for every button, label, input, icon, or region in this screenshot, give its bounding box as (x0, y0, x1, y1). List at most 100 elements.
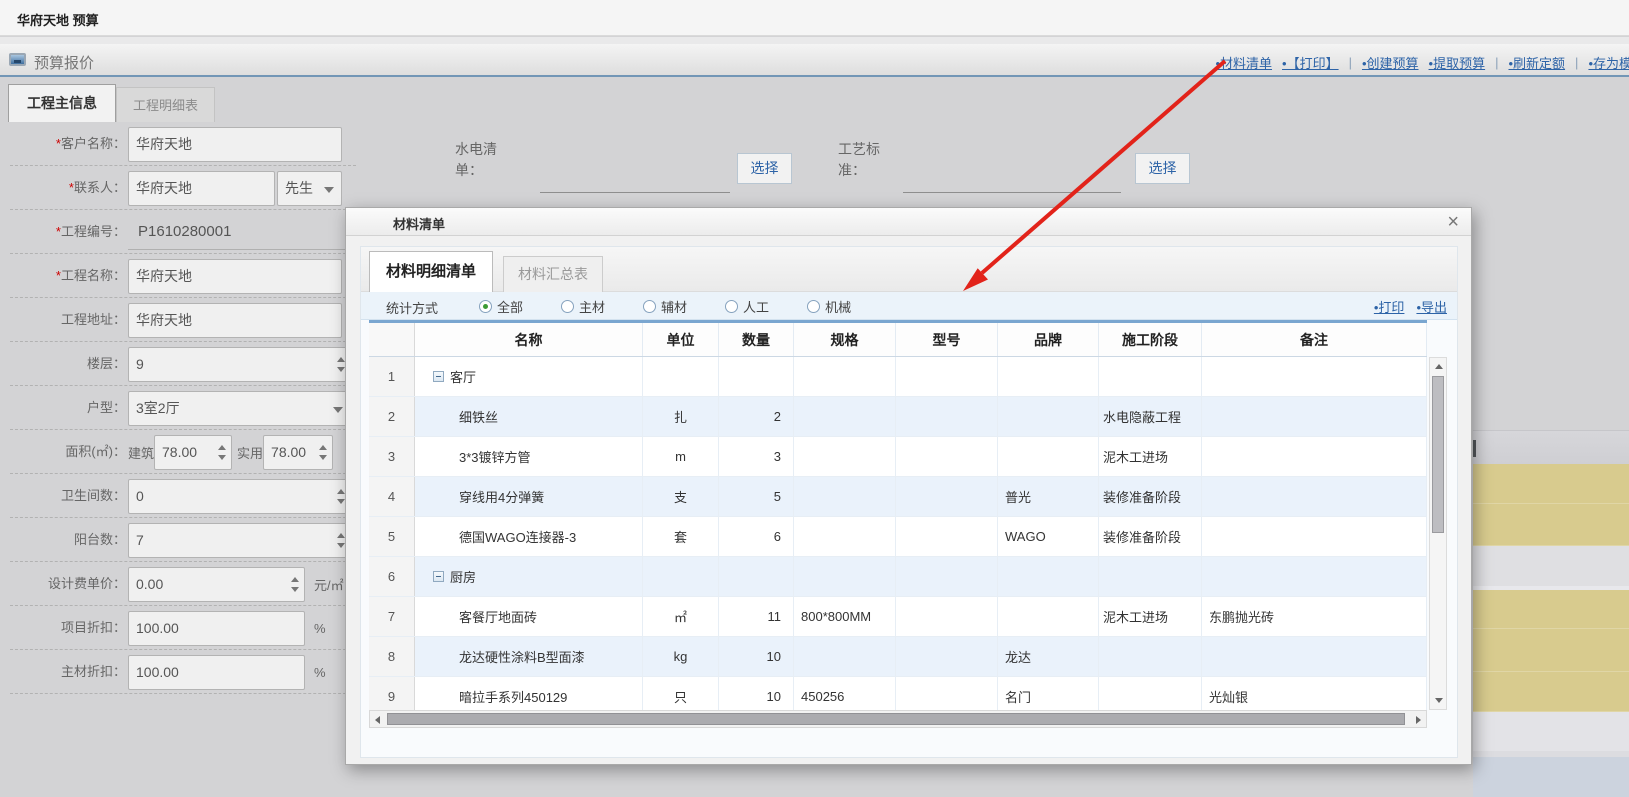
table-row[interactable]: 2细铁丝扎2水电隐蔽工程 (369, 397, 1427, 437)
table-row[interactable]: 5德国WAGO连接器-3套6WAGO装修准备阶段 (369, 517, 1427, 557)
spin-up-icon[interactable] (218, 445, 226, 450)
radio-option[interactable]: 主材 (561, 297, 605, 316)
dialog-link[interactable]: •导出 (1416, 297, 1447, 316)
radio-button[interactable] (807, 300, 820, 313)
toolbar-link[interactable]: •【打印】 (1282, 53, 1339, 72)
scroll-down-icon[interactable] (1435, 698, 1443, 703)
dialog-link[interactable]: •打印 (1374, 297, 1405, 316)
table-row[interactable]: 33*3镀锌方管m3泥木工进场 (369, 437, 1427, 477)
vertical-scroll-thumb[interactable] (1432, 376, 1444, 533)
table-row[interactable]: 4穿线用4分弹簧支5普光装修准备阶段 (369, 477, 1427, 517)
horizontal-scrollbar[interactable] (369, 710, 1427, 728)
spinner-buttons[interactable] (218, 436, 226, 469)
spinner-input[interactable]: 78.00 (154, 435, 232, 470)
cell-num: 3 (369, 437, 415, 476)
bg-row (1473, 757, 1629, 797)
text-input[interactable]: 华府天地 (128, 259, 342, 294)
craft-select-button[interactable]: 选择 (1135, 153, 1190, 184)
radio-button[interactable] (479, 300, 492, 313)
spinner-buttons[interactable] (337, 348, 345, 381)
bg-row (1473, 629, 1629, 672)
radio-option[interactable]: 辅材 (643, 297, 687, 316)
header-cell: 品牌 (998, 323, 1099, 356)
background-spreadsheet-rows (1473, 430, 1629, 797)
spinner-buttons[interactable] (319, 436, 327, 469)
separator: | (1495, 55, 1498, 70)
sub-label: 实用 (237, 443, 263, 462)
spin-down-icon[interactable] (319, 455, 327, 460)
text-input[interactable]: 华府天地 (128, 127, 342, 162)
toolbar-link[interactable]: •提取预算 (1429, 53, 1486, 72)
spin-down-icon[interactable] (337, 543, 345, 548)
text-input[interactable]: 华府天地 (128, 303, 342, 338)
spin-down-icon[interactable] (337, 367, 345, 372)
field-value: 78.00 (162, 444, 197, 460)
separator: | (1575, 55, 1578, 70)
spinner-input[interactable]: 78.00 (263, 435, 333, 470)
table-row[interactable]: 6厨房 (369, 557, 1427, 597)
cell-spec (794, 637, 896, 676)
collapse-icon[interactable] (433, 571, 444, 582)
radio-option[interactable]: 人工 (725, 297, 769, 316)
spin-down-icon[interactable] (337, 499, 345, 504)
spinner-buttons[interactable] (337, 524, 345, 557)
spin-up-icon[interactable] (319, 445, 327, 450)
close-icon[interactable]: × (1447, 209, 1459, 235)
text-input[interactable]: 华府天地 (128, 171, 275, 206)
radio-button[interactable] (643, 300, 656, 313)
spinner-input[interactable]: 7 (128, 523, 351, 558)
spin-down-icon[interactable] (218, 455, 226, 460)
vertical-scrollbar[interactable] (1429, 357, 1447, 710)
spin-up-icon[interactable] (291, 577, 299, 582)
tab-material-detail-list[interactable]: 材料明细清单 (369, 251, 493, 292)
radio-label: 主材 (579, 297, 605, 316)
table-row[interactable]: 8龙达硬性涂料B型面漆kg10龙达 (369, 637, 1427, 677)
craft-standard-input[interactable] (903, 192, 1121, 193)
cell-unit: kg (643, 637, 719, 676)
table-row[interactable]: 1客厅 (369, 357, 1427, 397)
field-value: P1610280001 (138, 223, 231, 240)
cell-remark (1202, 437, 1427, 476)
toolbar-link[interactable]: •存为模板 (1588, 53, 1629, 72)
table-row[interactable]: 9暗拉手系列450129只10450256名门光灿银 (369, 677, 1427, 710)
spin-up-icon[interactable] (337, 357, 345, 362)
scroll-up-icon[interactable] (1435, 364, 1443, 369)
spin-up-icon[interactable] (337, 489, 345, 494)
dropdown-select[interactable]: 3室2厅 (128, 391, 351, 426)
spinner-input[interactable]: 0.00 (128, 567, 305, 602)
main-tab-strip: 工程主信息 工程明细表 (8, 84, 215, 122)
water-select-button[interactable]: 选择 (737, 153, 792, 184)
collapse-icon[interactable] (433, 371, 444, 382)
field-value: 华府天地 (136, 134, 192, 154)
field-area: 100.00% (128, 606, 326, 650)
water-list-input[interactable] (540, 192, 730, 193)
horizontal-scroll-thumb[interactable] (387, 713, 1405, 725)
spinner-input[interactable]: 0 (128, 479, 351, 514)
text-input[interactable]: 100.00 (128, 611, 305, 646)
radio-label: 全部 (497, 297, 523, 316)
spinner-input[interactable]: 9 (128, 347, 351, 382)
radio-option[interactable]: 全部 (479, 297, 523, 316)
spin-up-icon[interactable] (337, 533, 345, 538)
spinner-buttons[interactable] (337, 480, 345, 513)
field-value: 100.00 (136, 664, 179, 680)
radio-button[interactable] (561, 300, 574, 313)
dropdown-select[interactable]: 先生 (277, 171, 342, 206)
window-title: 华府天地 预算 (17, 10, 99, 29)
table-row[interactable]: 7客餐厅地面砖㎡11800*800MM泥木工进场东鹏抛光砖 (369, 597, 1427, 637)
radio-option[interactable]: 机械 (807, 297, 851, 316)
cell-stage (1099, 557, 1202, 596)
spinner-buttons[interactable] (291, 568, 299, 601)
cell-remark (1202, 517, 1427, 556)
tab-project-detail[interactable]: 工程明细表 (116, 87, 215, 122)
toolbar-link[interactable]: •刷新定额 (1508, 53, 1565, 72)
scroll-right-icon[interactable] (1416, 716, 1421, 724)
toolbar-link[interactable]: •材料清单 (1215, 53, 1272, 72)
tab-project-main-info[interactable]: 工程主信息 (8, 84, 116, 122)
radio-button[interactable] (725, 300, 738, 313)
scroll-left-icon[interactable] (375, 716, 380, 724)
text-input[interactable]: 100.00 (128, 655, 305, 690)
toolbar-link[interactable]: •创建预算 (1362, 53, 1419, 72)
tab-material-summary[interactable]: 材料汇总表 (503, 256, 603, 292)
spin-down-icon[interactable] (291, 587, 299, 592)
